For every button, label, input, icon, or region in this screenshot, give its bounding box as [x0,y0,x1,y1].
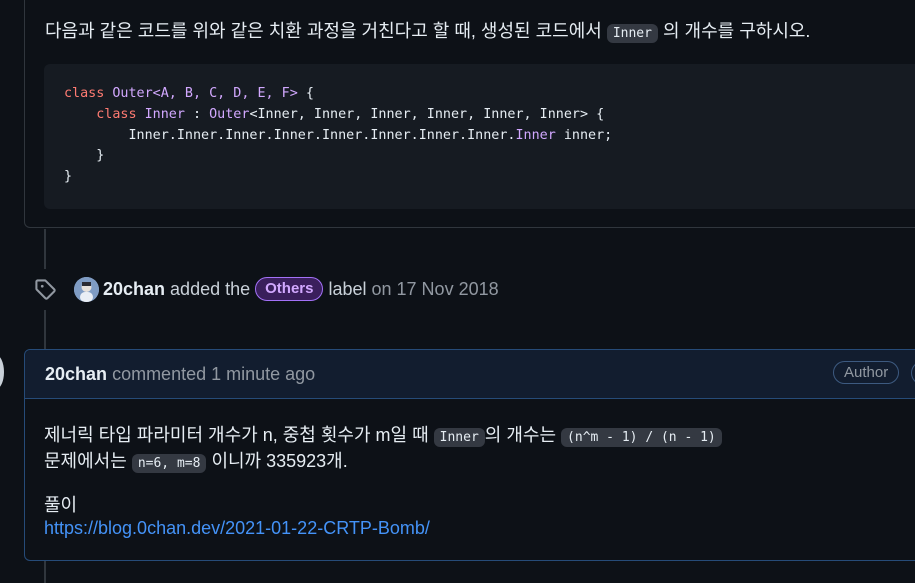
author-badge: Author [833,361,900,384]
event-date[interactable]: on 17 Nov 2018 [372,279,499,300]
comment-author-link[interactable]: 20chan [45,364,107,384]
inline-code: (n^m - 1) / (n - 1) [561,428,722,447]
comment-text: 문제에서는 [44,451,132,471]
code-text: : [184,106,210,122]
event-action: added the [170,278,251,299]
inline-code: n=6, m=8 [131,454,207,473]
code-text: inner; [555,127,613,143]
comment-menu-button[interactable] [911,361,915,385]
question-after: 의 개수를 구하시오. [657,21,811,41]
code-text: <Inner, Inner, Inner, Inner, Inner, Inne… [249,106,605,122]
comment-text: 이니까 335923개. [206,451,348,471]
code-type: Inner [515,127,556,143]
tag-icon [34,278,56,300]
code-type: Outer [209,106,250,122]
label-event: 20chan added the Others label on 17 Nov … [34,276,499,302]
avatar[interactable] [74,276,99,302]
code-keyword: class [96,106,137,122]
comment-line-4: https://blog.0chan.dev/2021-01-22-CRTP-B… [44,518,430,539]
comment-line-1: 제너릭 타입 파라미터 개수가 n, 중첩 횟수가 m일 때 Inner 의 개수… [44,421,722,447]
code-keyword: class [64,86,105,101]
code-text: } [96,148,105,164]
timeline-line [44,561,46,583]
comment-header: 20chan commented 1 minute ago Author [25,350,915,399]
inline-code-inner: Inner [606,24,658,43]
code-text: } [64,169,73,185]
comment-text: 의 개수는 [484,425,562,445]
comment-author: 20chan commented 1 minute ago [45,364,315,385]
timeline-line [44,229,46,269]
comment-line-3: 풀이 [44,495,78,515]
comment-timestamp[interactable]: commented 1 minute ago [112,364,315,384]
comment-text: 제너릭 타입 파라미터 개수가 n, 중첩 횟수가 m일 때 [44,425,434,445]
label-others[interactable]: Others [255,277,324,301]
timeline-line [44,310,46,349]
question-text: 다음과 같은 코드를 위와 같은 치환 과정을 거친다고 할 때, 생성된 코드… [45,19,810,46]
inline-code: Inner [433,428,485,447]
code-content: class Outer<A, B, C, D, E, F> { class In… [64,84,612,188]
code-text: { [297,86,314,101]
event-author-link[interactable]: 20chan [103,279,165,300]
code-block: class Outer<A, B, C, D, E, F> { class In… [44,64,915,209]
event-label-suffix: label [328,278,367,299]
comment-avatar[interactable] [0,355,4,389]
code-text: Inner.Inner.Inner.Inner.Inner.Inner.Inne… [128,127,516,143]
question-before: 다음과 같은 코드를 위와 같은 치환 과정을 거친다고 할 때, 생성된 코드… [45,21,607,41]
code-type: Outer<A, B, C, D, E, F> [112,86,298,101]
comment-line-2: 문제에서는 n=6, m=8 이니까 335923개. [44,447,348,473]
solution-link[interactable]: https://blog.0chan.dev/2021-01-22-CRTP-B… [44,518,430,538]
code-type: Inner [144,106,185,122]
